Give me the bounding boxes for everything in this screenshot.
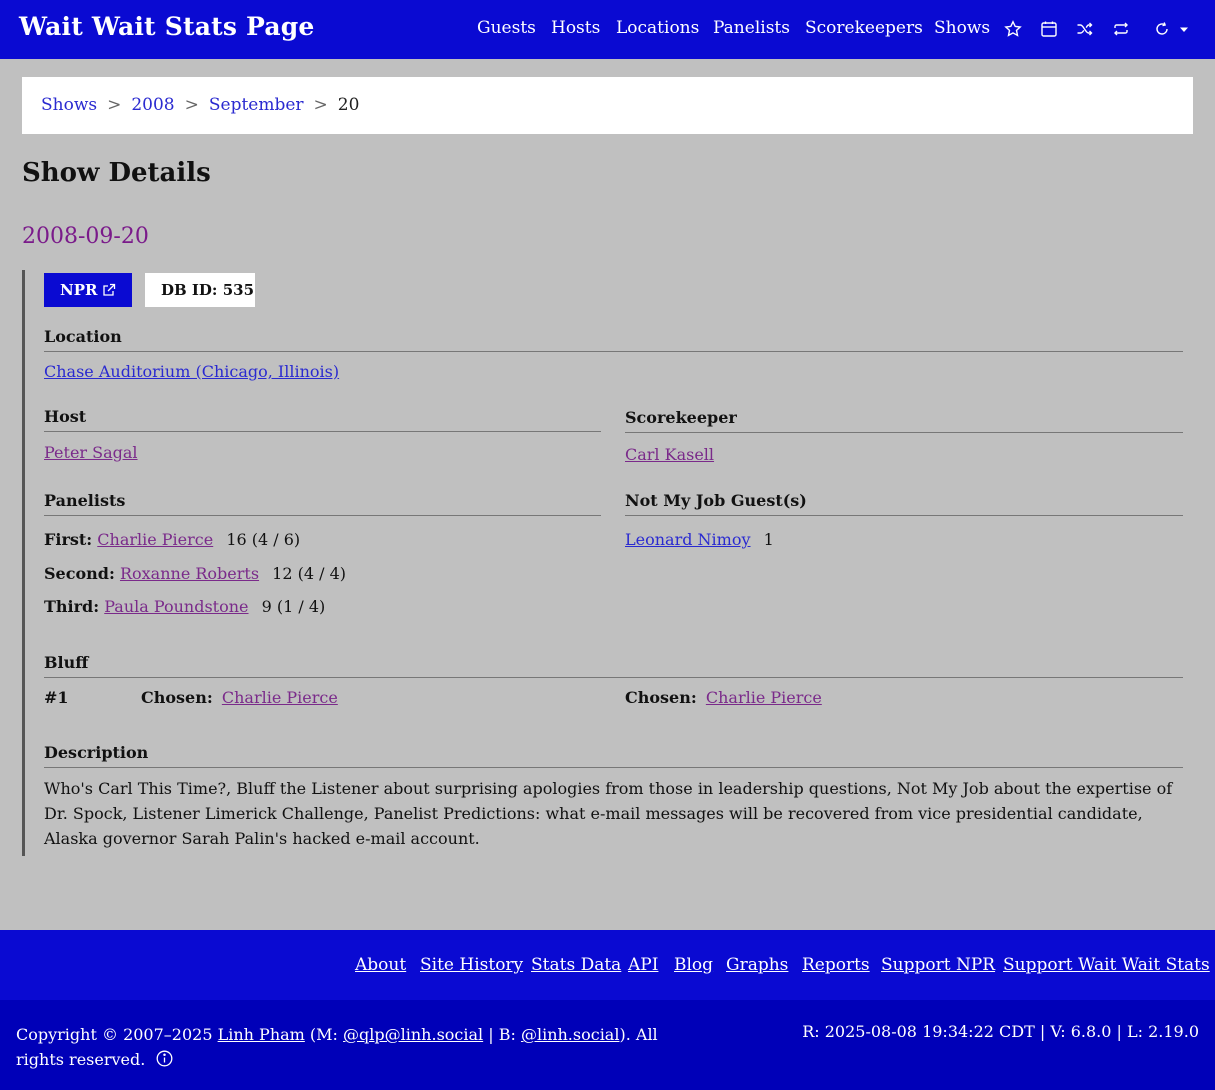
- panelist-score: 16 (4 / 6): [226, 530, 301, 549]
- description-heading: Description: [44, 743, 1183, 768]
- breadcrumb-month[interactable]: September: [209, 95, 304, 115]
- copyright: Copyright © 2007–2025 Linh Pham (M: @qlp…: [16, 1022, 706, 1074]
- footer-api[interactable]: API: [628, 955, 658, 975]
- mastodon-link[interactable]: @qlp@linh.social: [343, 1025, 483, 1044]
- bluff-chosen-link[interactable]: Charlie Pierce: [222, 688, 338, 707]
- scorekeeper-link[interactable]: Carl Kasell: [625, 445, 714, 464]
- footer-about[interactable]: About: [355, 955, 406, 975]
- bluesky-prefix: | B:: [488, 1025, 516, 1044]
- panelist-row: Third: Paula Poundstone 9 (1 / 4): [44, 597, 325, 616]
- scorekeeper-heading: Scorekeeper: [625, 408, 1183, 433]
- footer-links: About Site History Stats Data API Blog G…: [0, 930, 1215, 1000]
- breadcrumb-year[interactable]: 2008: [131, 95, 174, 115]
- scorekeeper-value: Carl Kasell: [625, 445, 714, 464]
- panelist-rank: Third:: [44, 597, 100, 616]
- nav-scorekeepers[interactable]: Scorekeepers: [805, 18, 923, 38]
- guest-row: Leonard Nimoy 1: [625, 530, 774, 549]
- panelist-row: Second: Roxanne Roberts 12 (4 / 4): [44, 564, 346, 583]
- breadcrumb-separator: >: [184, 95, 199, 115]
- breadcrumb-day: 20: [337, 95, 360, 115]
- location-value: Chase Auditorium (Chicago, Illinois): [44, 362, 339, 381]
- npr-label: NPR: [60, 281, 98, 299]
- panelist-score: 12 (4 / 4): [272, 564, 347, 583]
- host-value: Peter Sagal: [44, 443, 138, 462]
- footer-bottom: Copyright © 2007–2025 Linh Pham (M: @qlp…: [0, 1000, 1215, 1090]
- panelist-link[interactable]: Charlie Pierce: [97, 530, 213, 549]
- show-date: 2008-09-20: [22, 224, 149, 249]
- description-text: Who's Carl This Time?, Bluff the Listene…: [44, 779, 1173, 848]
- star-icon[interactable]: [1004, 20, 1022, 38]
- db-id-badge: DB ID: 535: [145, 273, 255, 307]
- breadcrumb-separator: >: [313, 95, 328, 115]
- bluff-chosen-label: Chosen:: [141, 688, 213, 707]
- nav-panelists[interactable]: Panelists: [713, 18, 790, 38]
- show-details: NPR DB ID: 535 Location Chase Auditorium…: [22, 270, 1183, 856]
- bluff-heading: Bluff: [44, 653, 1183, 678]
- bluff-correct: Chosen: Charlie Pierce: [625, 688, 822, 707]
- revision-info: R: 2025-08-08 19:34:22 CDT | V: 6.8.0 | …: [802, 1022, 1199, 1041]
- page-title: Show Details: [22, 158, 211, 188]
- navbar: Wait Wait Stats Page Guests Hosts Locati…: [0, 0, 1215, 59]
- bluff-correct-link[interactable]: Charlie Pierce: [706, 688, 822, 707]
- panelist-link[interactable]: Roxanne Roberts: [120, 564, 259, 583]
- panelist-rank: First:: [44, 530, 93, 549]
- nav-shows[interactable]: Shows: [934, 18, 990, 38]
- bluff-correct-label: Chosen:: [625, 688, 697, 707]
- repeat-icon[interactable]: [1112, 20, 1130, 38]
- bluff-chosen: Chosen: Charlie Pierce: [141, 688, 338, 707]
- site-brand[interactable]: Wait Wait Stats Page: [19, 12, 315, 41]
- location-link[interactable]: Chase Auditorium (Chicago, Illinois): [44, 362, 339, 381]
- author-link[interactable]: Linh Pham: [218, 1025, 305, 1044]
- breadcrumb: Shows >2008 > September >20: [22, 77, 1193, 134]
- footer-support-npr[interactable]: Support NPR: [881, 955, 995, 975]
- footer-reports[interactable]: Reports: [802, 955, 870, 975]
- info-icon[interactable]: [156, 1049, 173, 1074]
- panelist-row: First: Charlie Pierce 16 (4 / 6): [44, 530, 300, 549]
- guests-heading: Not My Job Guest(s): [625, 491, 1183, 516]
- host-link[interactable]: Peter Sagal: [44, 443, 138, 462]
- theme-toggle-icon[interactable]: [1153, 20, 1191, 38]
- bluff-number: #1: [44, 688, 69, 707]
- panelist-rank: Second:: [44, 564, 115, 583]
- host-heading: Host: [44, 407, 601, 432]
- footer-site-history[interactable]: Site History: [420, 955, 523, 975]
- panelist-link[interactable]: Paula Poundstone: [104, 597, 248, 616]
- nav-guests[interactable]: Guests: [477, 18, 536, 38]
- nav-hosts[interactable]: Hosts: [551, 18, 600, 38]
- breadcrumb-shows[interactable]: Shows: [41, 95, 97, 115]
- calendar-icon[interactable]: [1040, 20, 1058, 38]
- footer-stats-data[interactable]: Stats Data: [531, 955, 621, 975]
- external-link-icon: [103, 283, 116, 296]
- footer-blog[interactable]: Blog: [674, 955, 713, 975]
- footer-support-wait-wait-stats[interactable]: Support Wait Wait Stats: [1003, 955, 1210, 975]
- mastodon-prefix: (M:: [309, 1025, 338, 1044]
- npr-link-button[interactable]: NPR: [44, 273, 132, 307]
- copyright-prefix: Copyright © 2007–2025: [16, 1025, 213, 1044]
- guest-score: 1: [763, 530, 774, 549]
- footer-graphs[interactable]: Graphs: [726, 955, 788, 975]
- breadcrumb-separator: >: [107, 95, 122, 115]
- shuffle-icon[interactable]: [1076, 20, 1094, 38]
- guest-link[interactable]: Leonard Nimoy: [625, 530, 751, 549]
- location-heading: Location: [44, 327, 1183, 352]
- nav-locations[interactable]: Locations: [616, 18, 699, 38]
- panelists-heading: Panelists: [44, 491, 601, 516]
- bluesky-link[interactable]: @linh.social: [521, 1025, 620, 1044]
- panelist-score: 9 (1 / 4): [261, 597, 326, 616]
